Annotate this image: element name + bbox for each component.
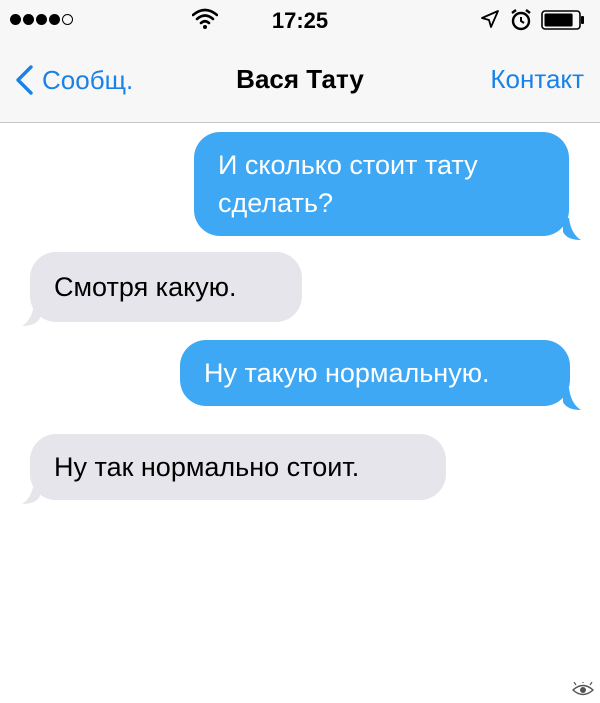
message-incoming[interactable]: Ну так нормально стоит. (30, 434, 446, 500)
bubble-tail (563, 218, 581, 240)
bubble-tail (22, 304, 40, 326)
signal-dots-icon (10, 14, 73, 25)
signal-dot (10, 14, 21, 25)
back-button[interactable]: Сообщ. (14, 60, 133, 100)
status-time: 17:25 (271, 8, 329, 33)
signal-dot (62, 14, 73, 25)
signal-dot (36, 14, 47, 25)
bubble-tail (563, 388, 581, 410)
chevron-left-icon (16, 65, 33, 95)
message-incoming[interactable]: Смотря какую. (30, 252, 302, 322)
status-bar: 17:25 (0, 0, 600, 40)
back-label: Сообщ. (42, 64, 134, 95)
wifi-icon (192, 8, 218, 29)
eye-watermark-icon (572, 682, 594, 696)
conversation-title: Вася Тату (236, 64, 364, 94)
contact-button[interactable]: Контакт (490, 64, 584, 95)
signal-dot (49, 14, 60, 25)
alarm-clock-icon (511, 9, 531, 31)
bubble-tail (22, 482, 40, 504)
location-arrow-icon (481, 10, 499, 28)
battery-icon (541, 10, 584, 30)
signal-dot (23, 14, 34, 25)
message-outgoing[interactable]: И сколько стоит тату сделать? (194, 132, 569, 236)
message-outgoing[interactable]: Ну такую нормальную. (180, 340, 570, 406)
header: 17:25 Сообщ. Вася Тату Контакт (0, 0, 600, 123)
